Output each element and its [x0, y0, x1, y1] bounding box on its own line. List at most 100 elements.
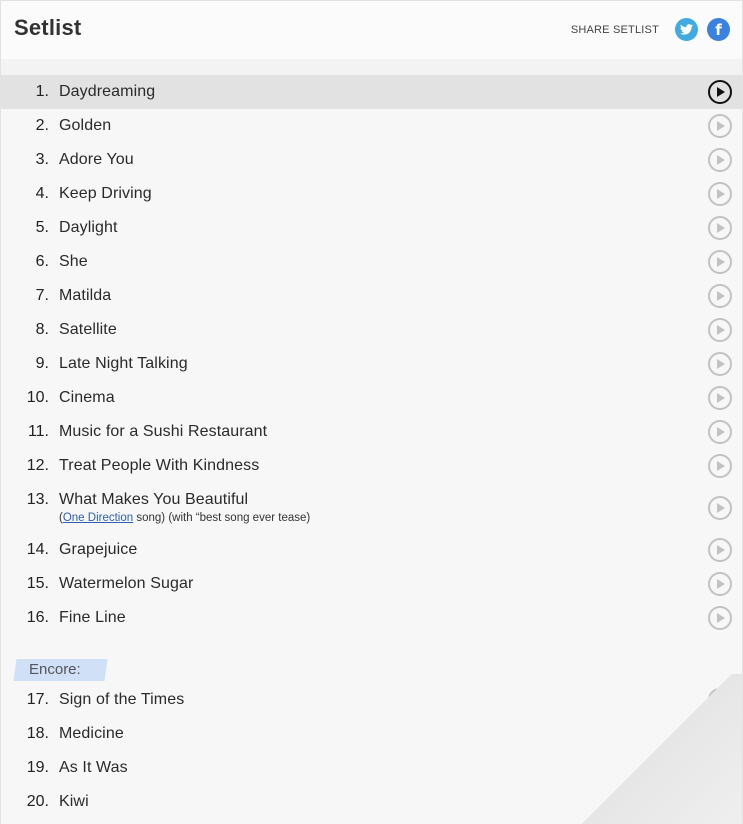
encore-label: Encore: [29, 661, 81, 678]
song-title[interactable]: Golden [59, 117, 111, 135]
song-title[interactable]: What Makes You Beautiful [59, 491, 310, 509]
song-number: 3. [35, 151, 49, 168]
song-title[interactable]: Satellite [59, 321, 117, 339]
play-button[interactable] [708, 572, 732, 596]
song-title[interactable]: She [59, 253, 88, 271]
song-title[interactable]: Sign of the Times [59, 691, 184, 709]
song-number: 5. [35, 219, 49, 236]
song-row[interactable]: 7. Matilda [1, 279, 742, 313]
song-number: 15. [26, 575, 49, 592]
song-block: Daylight [59, 219, 118, 237]
song-row[interactable]: 15. Watermelon Sugar [1, 567, 742, 601]
song-title[interactable]: Late Night Talking [59, 355, 188, 373]
song-title[interactable]: Daydreaming [59, 83, 155, 101]
song-title[interactable]: Treat People With Kindness [59, 457, 259, 475]
song-number: 16. [26, 609, 49, 626]
song-block: Late Night Talking [59, 355, 188, 373]
song-title[interactable]: Watermelon Sugar [59, 575, 193, 593]
twitter-share-button[interactable] [675, 18, 698, 41]
song-title[interactable]: Keep Driving [59, 185, 152, 203]
play-button[interactable] [708, 216, 732, 240]
share-bar: SHARE SETLIST f [571, 18, 730, 41]
song-row[interactable]: 3. Adore You [1, 143, 742, 177]
song-title[interactable]: Grapejuice [59, 541, 137, 559]
song-row[interactable]: 14. Grapejuice [1, 533, 742, 567]
play-button[interactable] [708, 420, 732, 444]
song-row[interactable]: 10. Cinema [1, 381, 742, 415]
song-block: Adore You [59, 151, 134, 169]
song-block: Sign of the Times [59, 691, 184, 709]
song-block: Medicine [59, 725, 124, 743]
play-button[interactable] [708, 386, 732, 410]
song-row[interactable]: 11. Music for a Sushi Restaurant [1, 415, 742, 449]
play-icon [717, 579, 725, 589]
play-button[interactable] [708, 148, 732, 172]
play-button[interactable] [708, 182, 732, 206]
play-button[interactable] [708, 454, 732, 478]
song-number: 10. [26, 389, 49, 406]
song-row[interactable]: 4. Keep Driving [1, 177, 742, 211]
song-row[interactable]: 8. Satellite [1, 313, 742, 347]
song-title[interactable]: Adore You [59, 151, 134, 169]
play-icon [717, 325, 725, 335]
song-row[interactable]: 6. She [1, 245, 742, 279]
song-number: 4. [35, 185, 49, 202]
song-row[interactable]: 1. Daydreaming [1, 75, 742, 109]
play-icon [717, 359, 725, 369]
song-number: 20. [26, 793, 49, 810]
song-title[interactable]: Medicine [59, 725, 124, 743]
facebook-share-button[interactable]: f [707, 18, 730, 41]
song-title[interactable]: Kiwi [59, 793, 89, 811]
song-number: 9. [35, 355, 49, 372]
play-button[interactable] [708, 352, 732, 376]
song-number: 12. [26, 457, 49, 474]
song-list: 1. Daydreaming 2. Golden 3. Adore You 4. Keep D… [1, 75, 742, 635]
play-button[interactable] [708, 284, 732, 308]
page-title: Setlist [14, 15, 82, 40]
header-spacer [1, 59, 742, 75]
song-row[interactable]: 16. Fine Line [1, 601, 742, 635]
play-button[interactable] [708, 606, 732, 630]
song-row[interactable]: 13. What Makes You Beautiful (One Directio… [1, 483, 742, 533]
song-title[interactable]: As It Was [59, 759, 128, 777]
song-title[interactable]: Daylight [59, 219, 118, 237]
play-button[interactable] [708, 80, 732, 104]
artist-link[interactable]: One Direction [63, 512, 133, 524]
song-block: Grapejuice [59, 541, 137, 559]
play-icon [717, 461, 725, 471]
song-number: 17. [26, 691, 49, 708]
play-button[interactable] [708, 114, 732, 138]
song-block: Matilda [59, 287, 111, 305]
song-block: Satellite [59, 321, 117, 339]
play-icon [717, 291, 725, 301]
song-title[interactable]: Cinema [59, 389, 115, 407]
song-row[interactable]: 9. Late Night Talking [1, 347, 742, 381]
song-row[interactable]: 12. Treat People With Kindness [1, 449, 742, 483]
song-number: 2. [35, 117, 49, 134]
song-block: Daydreaming [59, 83, 155, 101]
play-icon [717, 87, 725, 97]
song-block: As It Was [59, 759, 128, 777]
play-button[interactable] [708, 538, 732, 562]
song-block: Fine Line [59, 609, 126, 627]
play-icon [717, 257, 725, 267]
song-title[interactable]: Music for a Sushi Restaurant [59, 423, 267, 441]
song-block: Music for a Sushi Restaurant [59, 423, 267, 441]
song-row[interactable]: 2. Golden [1, 109, 742, 143]
play-icon [717, 121, 725, 131]
page-curl-decoration [572, 674, 742, 824]
song-row[interactable]: 5. Daylight [1, 211, 742, 245]
song-title[interactable]: Matilda [59, 287, 111, 305]
song-info-suffix: song) (with “best song ever tease) [133, 512, 311, 524]
song-block: Keep Driving [59, 185, 152, 203]
song-number: 11. [27, 423, 49, 440]
play-icon [717, 393, 725, 403]
play-button[interactable] [708, 318, 732, 342]
play-icon [717, 503, 725, 513]
play-icon [717, 189, 725, 199]
play-button[interactable] [708, 496, 732, 520]
play-button[interactable] [708, 250, 732, 274]
song-block: Golden [59, 117, 111, 135]
song-block: Cinema [59, 389, 115, 407]
song-title[interactable]: Fine Line [59, 609, 126, 627]
